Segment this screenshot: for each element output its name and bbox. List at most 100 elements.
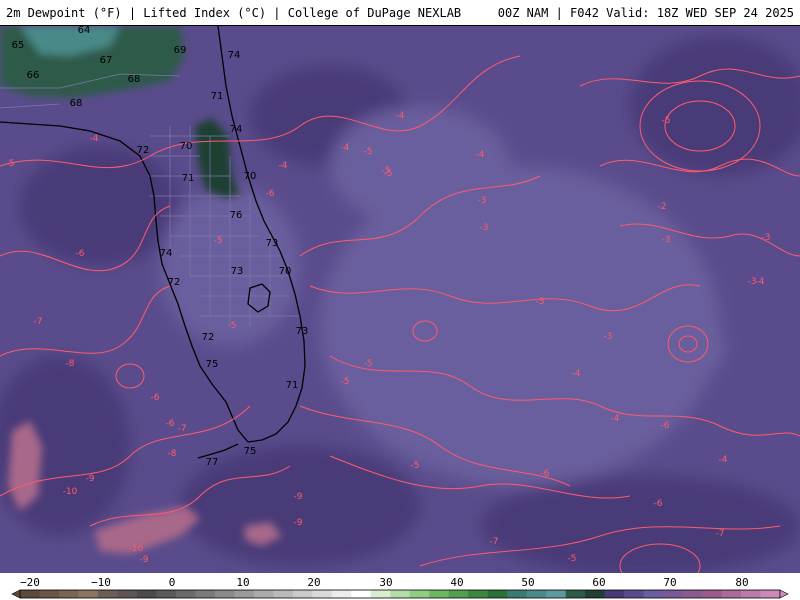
legend-swatch <box>624 590 645 598</box>
lifted-index-label: -7 <box>178 424 187 434</box>
dewpoint-label: 64 <box>78 26 91 36</box>
legend-swatch <box>585 590 606 598</box>
lifted-index-label: -9 <box>86 474 95 484</box>
dark-field-patch <box>480 476 800 573</box>
legend-swatch <box>604 590 625 598</box>
legend-swatch <box>682 590 703 598</box>
legend-swatch <box>214 590 235 598</box>
lifted-index-label: -3 <box>536 297 545 307</box>
legend-swatch <box>97 590 118 598</box>
legend-swatch <box>331 590 352 598</box>
legend-tick-label: −20 <box>20 576 40 589</box>
dewpoint-label: 73 <box>231 266 244 277</box>
legend-swatch <box>721 590 742 598</box>
product-title: 2m Dewpoint (°F) | Lifted Index (°C) | C… <box>6 5 462 20</box>
lifted-index-label: -4 <box>90 134 99 144</box>
legend-swatch <box>20 590 40 598</box>
legend-swatch <box>702 590 723 598</box>
dewpoint-label: 75 <box>206 359 219 370</box>
dewpoint-label: 71 <box>286 380 299 391</box>
legend-swatch <box>429 590 450 598</box>
lifted-index-label: -5 <box>341 377 350 387</box>
color-legend: −20 −10 0 10 20 30 40 50 60 70 80 <box>0 573 800 600</box>
lifted-index-label: -3 <box>480 223 489 233</box>
lifted-index-label: -6 <box>661 421 670 431</box>
lifted-index-label: -7 <box>716 529 725 539</box>
dewpoint-label: 74 <box>160 248 173 259</box>
legend-swatch <box>117 590 138 598</box>
lifted-index-label: -6 <box>541 469 550 479</box>
light-field-patch <box>655 311 725 381</box>
lifted-index-label: -10 <box>63 487 78 497</box>
dewpoint-label: 71 <box>182 173 195 184</box>
legend-swatch <box>468 590 489 598</box>
legend-tick-label: −10 <box>91 576 111 589</box>
dewpoint-label: 73 <box>266 238 279 249</box>
legend-tick-label: 60 <box>592 576 605 589</box>
lifted-index-label: -6 <box>654 499 663 509</box>
legend-swatch <box>78 590 99 598</box>
legend-swatch <box>175 590 196 598</box>
model-valid-time: 00Z NAM | F042 Valid: 18Z WED SEP 24 202… <box>497 5 794 20</box>
dewpoint-label: 65 <box>12 40 25 51</box>
legend-swatch <box>526 590 547 598</box>
dewpoint-label: 72 <box>202 332 215 343</box>
lifted-index-label: -5 <box>411 461 420 471</box>
legend-swatch <box>370 590 391 598</box>
dewpoint-label: 75 <box>244 446 257 457</box>
legend-swatch <box>409 590 430 598</box>
dewpoint-label: 70 <box>244 171 257 182</box>
lifted-index-label: -7 <box>490 537 499 547</box>
legend-swatch <box>234 590 255 598</box>
dewpoint-label: 68 <box>70 98 83 109</box>
legend-swatch <box>58 590 79 598</box>
legend-swatch <box>253 590 274 598</box>
lifted-index-label: -5 <box>6 159 15 169</box>
light-field-patch <box>330 106 510 226</box>
legend-swatch <box>195 590 216 598</box>
lifted-index-label: -3 <box>762 233 771 243</box>
lifted-index-label: -4 <box>572 369 581 379</box>
lifted-index-label: -5 <box>662 116 671 126</box>
legend-tick-label: 70 <box>663 576 676 589</box>
legend-arrow-left <box>11 589 21 599</box>
legend-swatch <box>136 590 157 598</box>
dewpoint-label: 66 <box>27 70 40 81</box>
dewpoint-label: 74 <box>228 50 241 61</box>
lifted-index-label: -3 <box>604 332 613 342</box>
lifted-index-label: -4 <box>279 161 288 171</box>
dewpoint-label: 70 <box>180 141 193 152</box>
dewpoint-label: 72 <box>168 277 181 288</box>
lifted-index-label: -5 <box>382 166 391 176</box>
legend-swatch <box>741 590 762 598</box>
forecast-map[interactable]: 64 65 66 67 68 69 68 74 71 74 72 70 71 70 76 74 73 72 73 70… <box>0 26 800 573</box>
legend-tick-label: 80 <box>735 576 748 589</box>
legend-swatch <box>39 590 60 598</box>
lifted-index-label: -6 <box>76 249 85 259</box>
legend-swatch <box>565 590 586 598</box>
lifted-index-label: -4 <box>476 150 485 160</box>
map-viewer: 2m Dewpoint (°F) | Lifted Index (°C) | C… <box>0 0 800 600</box>
lifted-index-label: -3 <box>478 196 487 206</box>
dewpoint-label: 68 <box>128 74 141 85</box>
lifted-index-label: -5 <box>364 147 373 157</box>
legend-swatch <box>448 590 469 598</box>
lifted-index-label: -8 <box>66 359 75 369</box>
legend-swatch <box>507 590 528 598</box>
legend-arrow-right <box>779 589 789 599</box>
legend-tick-label: 20 <box>307 576 320 589</box>
dark-field-patch <box>20 146 180 266</box>
lifted-index-label: -4 <box>756 277 765 287</box>
legend-swatch <box>390 590 411 598</box>
lifted-index-label: -3 <box>662 235 671 245</box>
legend-swatch <box>351 590 372 598</box>
dewpoint-label: 70 <box>279 266 292 277</box>
lifted-index-label: -4 <box>611 414 620 424</box>
legend-canvas: −20 −10 0 10 20 30 40 50 60 70 80 <box>11 576 789 599</box>
lifted-index-label: -5 <box>568 554 577 564</box>
lifted-index-label: -9 <box>294 492 303 502</box>
legend-swatch <box>643 590 664 598</box>
dewpoint-label: 74 <box>230 124 243 135</box>
map-header: 2m Dewpoint (°F) | Lifted Index (°C) | C… <box>0 0 800 26</box>
lifted-index-label: -10 <box>129 544 144 554</box>
